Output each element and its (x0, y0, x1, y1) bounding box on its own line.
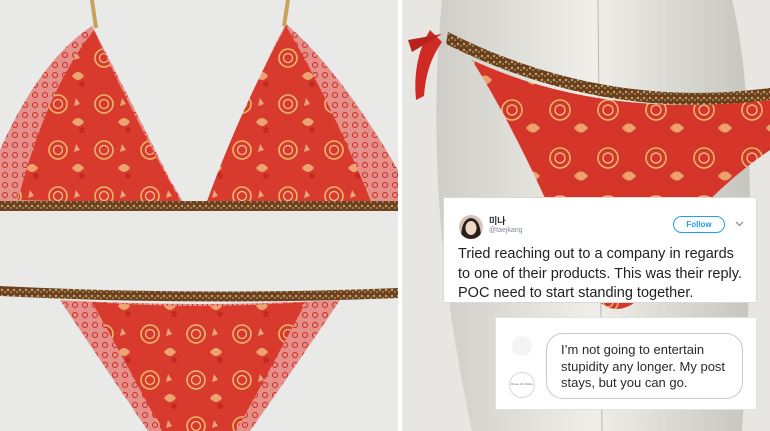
chevron-down-icon[interactable] (733, 219, 745, 229)
tweet-card: 미나 @taejkang Follow Tried reaching out t… (443, 197, 757, 303)
reply-message-card: House Of Ohmas I’m not going to entertai… (495, 317, 757, 410)
message-bubble: I’m not going to entertain stupidity any… (546, 333, 743, 399)
brand-avatar-label: House Of Ohmas (510, 382, 534, 387)
user-handle[interactable]: @taejkang (489, 227, 523, 234)
avatar[interactable] (459, 215, 483, 239)
avatar-placeholder (512, 336, 532, 356)
brand-avatar: House Of Ohmas (509, 372, 535, 398)
message-text: I’m not going to entertain stupidity any… (561, 342, 726, 390)
display-name[interactable]: 미나 (489, 214, 506, 227)
tweet-text: Tried reaching out to a company in regar… (458, 246, 742, 301)
follow-button[interactable]: Follow (673, 216, 725, 233)
bikini-set-photo (0, 0, 398, 431)
